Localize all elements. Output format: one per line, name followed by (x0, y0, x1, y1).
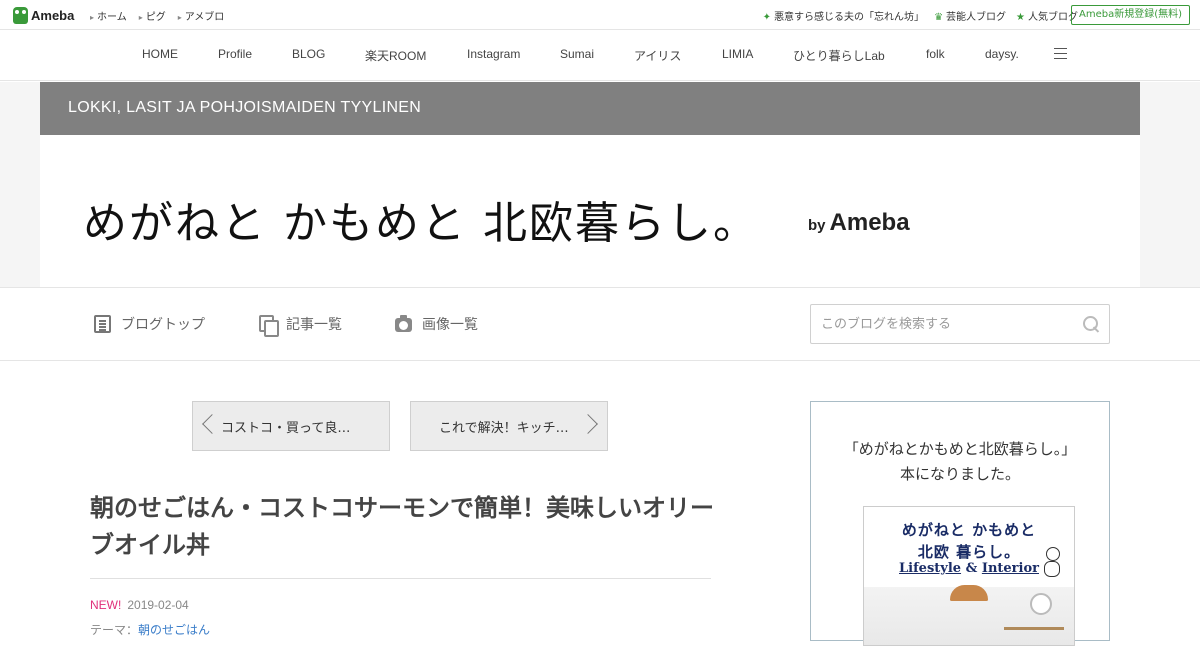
next-article-button[interactable]: これで解決！キッチ… (410, 401, 608, 451)
document-icon (94, 315, 111, 333)
topic-link-celebrity[interactable]: ♛ 芸能人ブログ (934, 8, 1006, 23)
nav-sumai[interactable]: Sumai (560, 47, 594, 61)
previous-article-label: コストコ・買って良… (221, 420, 351, 436)
blog-search-box (810, 304, 1110, 344)
article-title[interactable]: 朝のせごはん・コストコサーモンで簡単！美味しいオリーブオイル丼 (90, 490, 730, 564)
nav-blog[interactable]: BLOG (292, 47, 325, 61)
hamburger-menu-icon[interactable] (1054, 48, 1067, 60)
image-list-label: 画像一覧 (422, 317, 478, 333)
camera-icon (395, 315, 412, 332)
topic-link-popular[interactable]: ★ 人気ブログ (1016, 8, 1078, 23)
global-link-home[interactable]: ホーム (90, 8, 127, 23)
theme-link[interactable]: 朝のせごはん (138, 623, 210, 637)
article-list-label: 記事一覧 (286, 317, 342, 333)
book-subtitle: Lifestyle & Interior (864, 561, 1074, 576)
nav-daysy[interactable]: daysy. (985, 47, 1019, 61)
previous-article-button[interactable]: コストコ・買って良… (192, 401, 390, 451)
blog-subnav: ブログトップ 記事一覧 画像一覧 (0, 288, 1200, 361)
blog-search-input[interactable] (811, 305, 1061, 343)
nav-home[interactable]: HOME (142, 47, 178, 61)
wall-clock-illustration (1030, 593, 1052, 615)
topic-link-trending-label: 悪意すら感じる夫の「忘れん坊」 (774, 12, 925, 23)
by-ameba-logo: by Ameba (808, 209, 910, 237)
global-link-ameblo[interactable]: アメブロ (178, 8, 225, 23)
book-cover-image[interactable]: めがねと かもめと 北欧 暮らし。 Lifestyle & Interior (863, 506, 1075, 646)
topic-link-trending[interactable]: ✦ 悪意すら感じる夫の「忘れん坊」 (763, 8, 924, 23)
search-icon[interactable] (1083, 316, 1099, 332)
topic-links: ✦ 悪意すら感じる夫の「忘れん坊」 ♛ 芸能人ブログ ★ 人気ブログ (763, 8, 1078, 23)
image-list-link[interactable]: 画像一覧 (395, 314, 478, 334)
global-link-pigg[interactable]: ピグ (139, 8, 166, 23)
star-icon: ★ (1016, 12, 1025, 23)
nav-hitorigurashi-lab[interactable]: ひとり暮らしLab (793, 47, 885, 64)
blog-title: めがねと かもめと 北欧暮らし。 (83, 198, 759, 249)
nav-rakuten-room[interactable]: 楽天ROOM (365, 47, 426, 64)
blog-header-band: LOKKI, LASIT JA POHJOISMAIDEN TYYLINEN (40, 82, 1140, 135)
nav-profile[interactable]: Profile (218, 47, 252, 61)
article-date: 2019-02-04 (127, 598, 189, 612)
sparkle-icon: ✦ (762, 12, 772, 23)
ameba-brand: Ameba (829, 209, 910, 236)
logo-text: Ameba (31, 7, 75, 23)
nav-iris[interactable]: アイリス (634, 47, 681, 64)
article-meta: NEW! 2019-02-04 (90, 598, 189, 612)
blog-subtitle: LOKKI, LASIT JA POHJOISMAIDEN TYYLINEN (68, 99, 422, 116)
chevron-left-icon (202, 414, 222, 434)
blog-top-label: ブログトップ (121, 317, 205, 333)
next-article-label: これで解決！キッチ… (439, 420, 569, 436)
book-promo-line1: 「めがねとかもめと北欧暮らし。」 (843, 440, 1077, 458)
blog-menu: HOME Profile BLOG 楽天ROOM Instagram Sumai… (0, 31, 1200, 81)
new-badge: NEW! (90, 598, 122, 612)
by-label: by (808, 217, 826, 234)
book-title-line1: めがねと かもめと (901, 521, 1037, 539)
pendant-lamp-illustration (950, 585, 988, 601)
book-subtitle-amp: & (965, 561, 978, 576)
nav-instagram[interactable]: Instagram (467, 47, 520, 61)
copy-documents-icon (259, 315, 279, 337)
topic-link-celebrity-label: 芸能人ブログ (946, 12, 1007, 23)
book-subtitle-a: Lifestyle (899, 561, 962, 576)
blog-top-link[interactable]: ブログトップ (94, 314, 205, 334)
ameba-logo[interactable]: Ameba (13, 6, 74, 24)
book-promo-line2: 本になりました。 (899, 465, 1020, 483)
book-title-line2: 北欧 暮らし。 (917, 543, 1021, 561)
nav-folk[interactable]: folk (926, 47, 945, 61)
frog-logo-icon (13, 6, 28, 24)
global-links: ホーム ピグ アメブロ (90, 8, 224, 23)
global-header: Ameba ホーム ピグ アメブロ ✦悪意すら感じる夫の「忘れん坊」 ♛芸能人ブ… (0, 0, 1200, 30)
book-subtitle-b: Interior (981, 561, 1039, 576)
register-button[interactable]: Ameba新規登録(無料) (1070, 5, 1190, 25)
chevron-right-icon (578, 414, 598, 434)
blog-header[interactable]: めがねと かもめと 北欧暮らし。 by Ameba (40, 135, 1140, 287)
theme-label: テーマ： (90, 623, 139, 637)
nav-limia[interactable]: LIMIA (722, 47, 753, 61)
crown-icon: ♛ (934, 12, 944, 23)
article-list-link[interactable]: 記事一覧 (259, 314, 342, 337)
book-promo-widget: 「めがねとかもめと北欧暮らし。」 本になりました。 めがねと かもめと 北欧 暮… (810, 401, 1110, 646)
divider (90, 578, 711, 579)
